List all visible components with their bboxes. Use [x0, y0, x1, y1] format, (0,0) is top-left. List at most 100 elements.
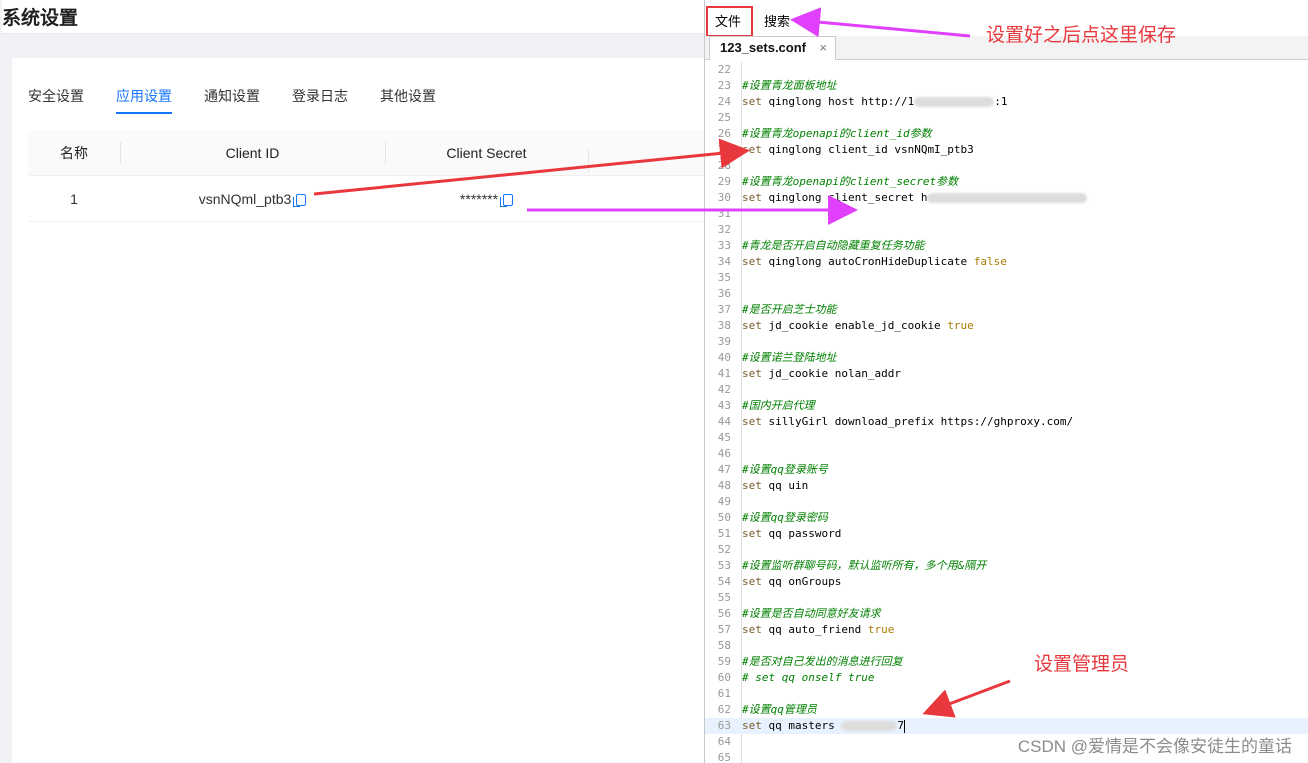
comment-text: #设置诺兰登陆地址	[742, 351, 837, 364]
line-number: 32	[717, 223, 731, 236]
watermark: CSDN @爱情是不会像安徒生的童话	[1017, 737, 1292, 756]
client-secret-value: *******	[459, 190, 499, 207]
line-number: 48	[717, 479, 731, 492]
code-area[interactable]: 22 23 #设置青龙面板地址 24 set qinglong host http://…	[705, 62, 1308, 763]
code-line[interactable]: 25	[705, 110, 1308, 126]
code-line[interactable]: 62 #设置qq管理员	[705, 702, 1308, 718]
file-tab[interactable]: 123_sets.conf ×	[709, 36, 836, 60]
line-number: 38	[717, 319, 731, 332]
code-line[interactable]: 46	[705, 446, 1308, 462]
code-line[interactable]: 34 set qinglong autoCronHideDuplicate fal…	[705, 254, 1308, 270]
line-number: 63	[717, 719, 731, 732]
command-text: set qq auto_friend	[742, 623, 868, 636]
line-text: set jd_cookie enable_jd_cookie true	[742, 318, 974, 334]
code-line[interactable]: 44 set sillyGirl download_prefix https://…	[705, 414, 1308, 430]
tab-notification[interactable]: 通知设置	[204, 86, 260, 114]
line-number: 35	[717, 271, 731, 284]
comment-text: #青龙是否开启自动隐藏重复任务功能	[742, 239, 925, 252]
keyword: set	[742, 95, 762, 108]
code-line[interactable]: 57 set qq auto_friend true	[705, 622, 1308, 638]
tab-security[interactable]: 安全设置	[28, 86, 84, 114]
copy-client-id-icon[interactable]	[293, 193, 307, 207]
line-number: 33	[717, 239, 731, 252]
code-line[interactable]: 47 #设置qq登录账号	[705, 462, 1308, 478]
code-line[interactable]: 53 #设置监听群聊号码，默认监听所有，多个用&隔开	[705, 558, 1308, 574]
code-line[interactable]: 40 #设置诺兰登陆地址	[705, 350, 1308, 366]
comment-text: #国内开启代理	[742, 399, 815, 412]
line-number: 29	[717, 175, 731, 188]
code-line[interactable]: 37 #是否开启芝士功能	[705, 302, 1308, 318]
tab-other[interactable]: 其他设置	[380, 86, 436, 114]
screenshot-root: 系统设置 安全设置 应用设置 通知设置 登录日志 其他设置 名称 Client …	[0, 0, 1308, 763]
keyword: set	[742, 255, 762, 268]
command-text: set qq uin	[742, 479, 809, 492]
line-number: 58	[717, 639, 731, 652]
code-line[interactable]: 22	[705, 62, 1308, 78]
line-number: 65	[717, 751, 731, 763]
code-line[interactable]: 38 set jd_cookie enable_jd_cookie true	[705, 318, 1308, 334]
tab-app-settings[interactable]: 应用设置	[116, 86, 172, 114]
code-line[interactable]: 56 #设置是否自动同意好友请求	[705, 606, 1308, 622]
redacted-value	[927, 193, 1088, 203]
line-text: set qq onGroups	[742, 574, 841, 590]
code-line[interactable]: 49	[705, 494, 1308, 510]
code-line[interactable]: 61	[705, 686, 1308, 702]
line-number: 49	[717, 495, 731, 508]
line-number: 57	[717, 623, 731, 636]
code-line[interactable]: 55	[705, 590, 1308, 606]
code-line[interactable]: 52	[705, 542, 1308, 558]
code-line[interactable]: 51 set qq password	[705, 526, 1308, 542]
code-line[interactable]: 28	[705, 158, 1308, 174]
code-line[interactable]: 31	[705, 206, 1308, 222]
line-number: 52	[717, 543, 731, 556]
code-line[interactable]: 24 set qinglong host http://1:1	[705, 94, 1308, 110]
code-line[interactable]: 33 #青龙是否开启自动隐藏重复任务功能	[705, 238, 1308, 254]
code-line[interactable]: 36	[705, 286, 1308, 302]
line-text: set qinglong client_secret h	[742, 190, 1088, 206]
close-icon[interactable]: ×	[819, 40, 827, 55]
line-number: 36	[717, 287, 731, 300]
code-line[interactable]: 26 #设置青龙openapi的client_id参数	[705, 126, 1308, 142]
text-caret	[903, 719, 905, 733]
code-line[interactable]: 43 #国内开启代理	[705, 398, 1308, 414]
line-text: # set qq onself true	[742, 670, 874, 686]
code-line[interactable]: 41 set jd_cookie nolan_addr	[705, 366, 1308, 382]
command-text: set qinglong autoCronHideDuplicate	[742, 255, 974, 268]
code-line[interactable]: 35	[705, 270, 1308, 286]
line-number: 56	[717, 607, 731, 620]
line-number: 37	[717, 303, 731, 316]
code-line[interactable]: 48 set qq uin	[705, 478, 1308, 494]
code-line[interactable]: 42	[705, 382, 1308, 398]
code-line[interactable]: 39	[705, 334, 1308, 350]
line-text: #青龙是否开启自动隐藏重复任务功能	[742, 238, 925, 254]
line-number: 62	[717, 703, 731, 716]
code-line[interactable]: 59 #是否对自己发出的消息进行回复	[705, 654, 1308, 670]
header-name: 名称	[60, 144, 88, 161]
tab-login-log[interactable]: 登录日志	[292, 86, 348, 114]
code-line[interactable]: 50 #设置qq登录密码	[705, 510, 1308, 526]
line-number: 61	[717, 687, 731, 700]
command-text: set jd_cookie nolan_addr	[742, 367, 901, 380]
keyword: set	[742, 415, 762, 428]
code-line[interactable]: 23 #设置青龙面板地址	[705, 78, 1308, 94]
line-text: #设置qq登录账号	[742, 462, 828, 478]
code-line[interactable]: 29 #设置青龙openapi的client_secret参数	[705, 174, 1308, 190]
file-tab-name: 123_sets.conf	[720, 40, 806, 55]
line-number: 28	[717, 159, 731, 172]
copy-client-secret-icon[interactable]	[500, 193, 514, 207]
line-text: #是否开启芝士功能	[742, 302, 837, 318]
code-line[interactable]: 45	[705, 430, 1308, 446]
boolean-value: false	[973, 255, 1007, 268]
command-text: set sillyGirl download_prefix https://gh…	[742, 415, 1074, 428]
menu-file[interactable]: 文件	[715, 11, 741, 30]
code-line[interactable]: 60 # set qq onself true	[705, 670, 1308, 686]
code-line[interactable]: 30 set qinglong client_secret h	[705, 190, 1308, 206]
line-number: 23	[717, 79, 731, 92]
code-line[interactable]: 54 set qq onGroups	[705, 574, 1308, 590]
code-line[interactable]: 32	[705, 222, 1308, 238]
keyword: set	[742, 143, 762, 156]
line-text: set qq uin	[742, 478, 808, 494]
code-line[interactable]: 58	[705, 638, 1308, 654]
menu-search[interactable]: 搜索	[764, 11, 790, 30]
code-line[interactable]: 27 set qinglong client_id vsnNQmI_ptb3	[705, 142, 1308, 158]
